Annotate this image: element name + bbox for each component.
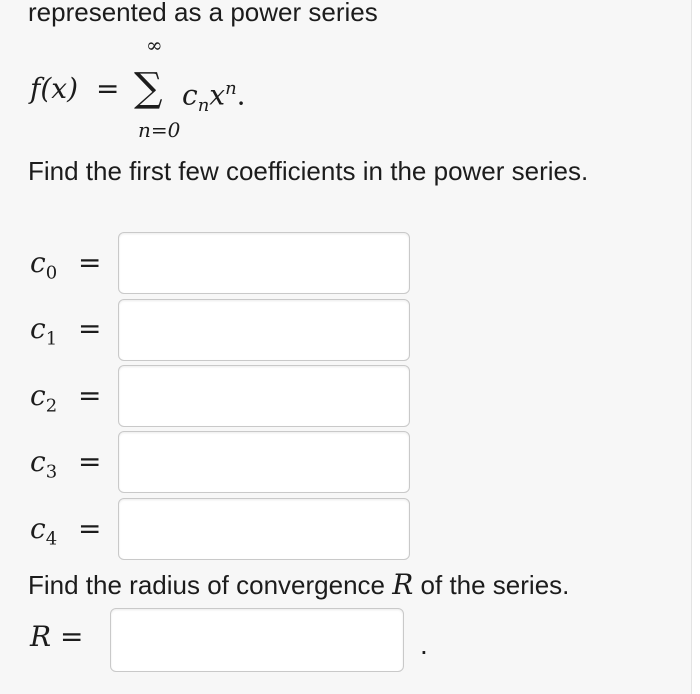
- radius-prompt-after: of the series.: [413, 570, 570, 600]
- question-panel: represented as a power series f(x) = ∞ ∑…: [0, 0, 692, 694]
- sum-upper-limit: ∞: [146, 33, 163, 57]
- summand-exp: n: [225, 78, 237, 99]
- intro-text: represented as a power series: [28, 0, 378, 27]
- coef-var: c: [30, 312, 46, 345]
- coef-var: c: [30, 379, 46, 412]
- summand-var: x: [209, 78, 226, 112]
- summand-coef-sub: n: [197, 94, 210, 116]
- summand: cnxn.: [182, 72, 246, 123]
- coef-sub: 2: [45, 395, 58, 417]
- radius-period: .: [420, 629, 428, 660]
- coef-label-c2: c2: [30, 379, 57, 424]
- coef-equals: =: [78, 445, 102, 478]
- radius-label: R =: [30, 620, 83, 654]
- radius-var: R: [30, 620, 52, 653]
- c0-input[interactable]: [118, 232, 410, 294]
- coef-label-c3: c3: [30, 445, 57, 490]
- radius-prompt-var: R: [392, 568, 414, 601]
- c1-input[interactable]: [118, 299, 410, 361]
- coef-var: c: [30, 512, 46, 545]
- sum-lower-limit: n=0: [138, 118, 181, 142]
- sigma-symbol: ∑: [134, 65, 163, 111]
- formula-lhs: f(x): [30, 72, 79, 105]
- coef-equals: =: [78, 312, 102, 345]
- summand-period: .: [236, 78, 246, 112]
- summand-coef: c: [182, 78, 198, 112]
- coef-sub: 3: [45, 461, 58, 483]
- radius-prompt-before: Find the radius of convergence: [28, 570, 393, 600]
- coef-sub: 0: [45, 262, 58, 284]
- radius-equals: =: [60, 620, 84, 653]
- coefficients-prompt: Find the first few coefficients in the p…: [28, 156, 589, 186]
- coef-var: c: [30, 246, 46, 279]
- coef-sub: 4: [45, 528, 58, 550]
- radius-input[interactable]: [110, 608, 404, 672]
- c4-input[interactable]: [118, 498, 410, 560]
- coef-equals: =: [78, 379, 102, 412]
- coef-label-c4: c4: [30, 512, 57, 557]
- coef-sub: 1: [45, 328, 58, 350]
- coef-label-c1: c1: [30, 312, 57, 357]
- radius-prompt: Find the radius of convergence R of the …: [28, 566, 569, 604]
- c3-input[interactable]: [118, 431, 410, 493]
- coef-label-c0: c0: [30, 246, 57, 291]
- formula-equals: =: [96, 72, 120, 105]
- c2-input[interactable]: [118, 365, 410, 427]
- coef-var: c: [30, 445, 46, 478]
- coef-equals: =: [78, 246, 102, 279]
- coef-equals: =: [78, 512, 102, 545]
